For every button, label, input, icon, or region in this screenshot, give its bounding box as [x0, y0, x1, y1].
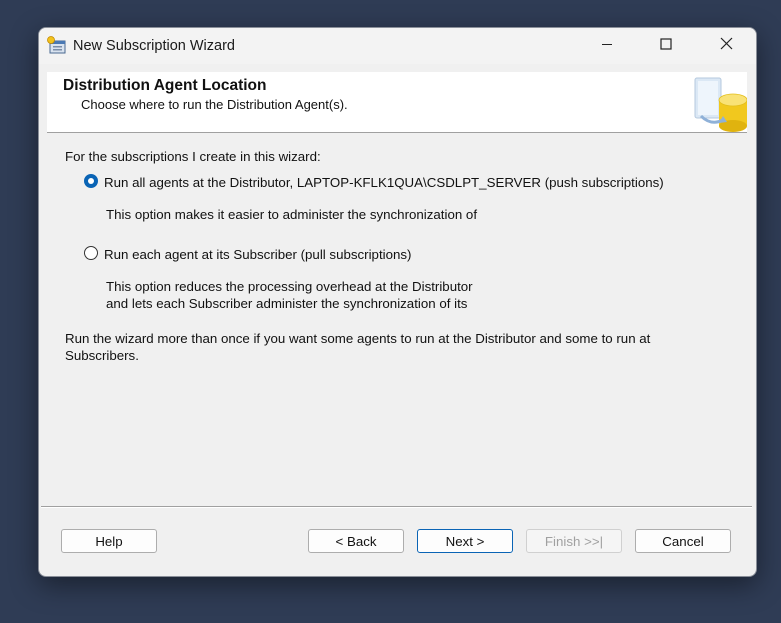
note-text-line-1: Run the wizard more than once if you wan…: [65, 331, 651, 346]
page-title: Distribution Agent Location: [63, 77, 267, 94]
close-button[interactable]: [703, 28, 749, 64]
maximize-button[interactable]: [643, 28, 689, 64]
title-bar[interactable]: New Subscription Wizard: [39, 28, 756, 64]
minimize-icon: [601, 37, 613, 55]
radio-push-subscriptions[interactable]: [84, 174, 98, 188]
wizard-app-icon: [47, 36, 67, 56]
option-push-description: This option makes it easier to administe…: [106, 207, 478, 222]
note-text-line-2: Subscribers.: [65, 348, 139, 363]
wizard-window: New Subscription Wizard Distribution Age…: [38, 27, 757, 577]
radio-pull-subscriptions[interactable]: [84, 246, 98, 260]
help-button[interactable]: Help: [61, 529, 157, 553]
finish-button: Finish >>|: [526, 529, 622, 553]
cancel-button[interactable]: Cancel: [635, 529, 731, 553]
next-button[interactable]: Next >: [417, 529, 513, 553]
page-subtitle: Choose where to run the Distribution Age…: [81, 97, 348, 112]
option-pull-label[interactable]: Run each agent at its Subscriber (pull s…: [104, 247, 411, 262]
wizard-header: Distribution Agent Location Choose where…: [47, 72, 748, 133]
footer-divider: [41, 506, 752, 508]
prompt-text: For the subscriptions I create in this w…: [65, 149, 321, 164]
window-title: New Subscription Wizard: [73, 38, 235, 54]
minimize-button[interactable]: [584, 28, 630, 64]
close-icon: [720, 37, 733, 55]
option-pull-description-line-2: and lets each Subscriber administer the …: [106, 296, 468, 311]
option-push-label[interactable]: Run all agents at the Distributor, LAPTO…: [104, 175, 664, 190]
option-pull-description-line-1: This option reduces the processing overh…: [106, 279, 473, 294]
maximize-icon: [660, 37, 672, 55]
back-button[interactable]: < Back: [308, 529, 404, 553]
database-sync-icon: [687, 72, 748, 132]
